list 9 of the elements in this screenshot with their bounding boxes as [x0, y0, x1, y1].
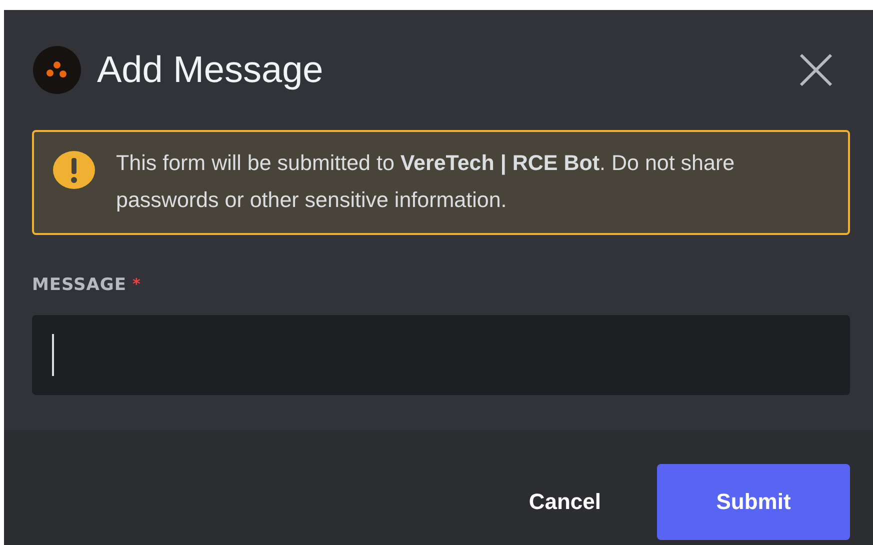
- app-logo-icon: [33, 46, 81, 94]
- submit-button[interactable]: Submit: [657, 464, 850, 540]
- cancel-button[interactable]: Cancel: [492, 464, 637, 540]
- warning-icon: [52, 150, 96, 190]
- dialog-title: Add Message: [97, 49, 324, 91]
- message-field[interactable]: [32, 315, 850, 395]
- warning-text: This form will be submitted to VereTech | RCE Bot. Do not share passwords or other sensitive information.: [116, 150, 736, 214]
- required-mark: *: [132, 275, 141, 295]
- field-label: MESSAGE: [32, 275, 126, 295]
